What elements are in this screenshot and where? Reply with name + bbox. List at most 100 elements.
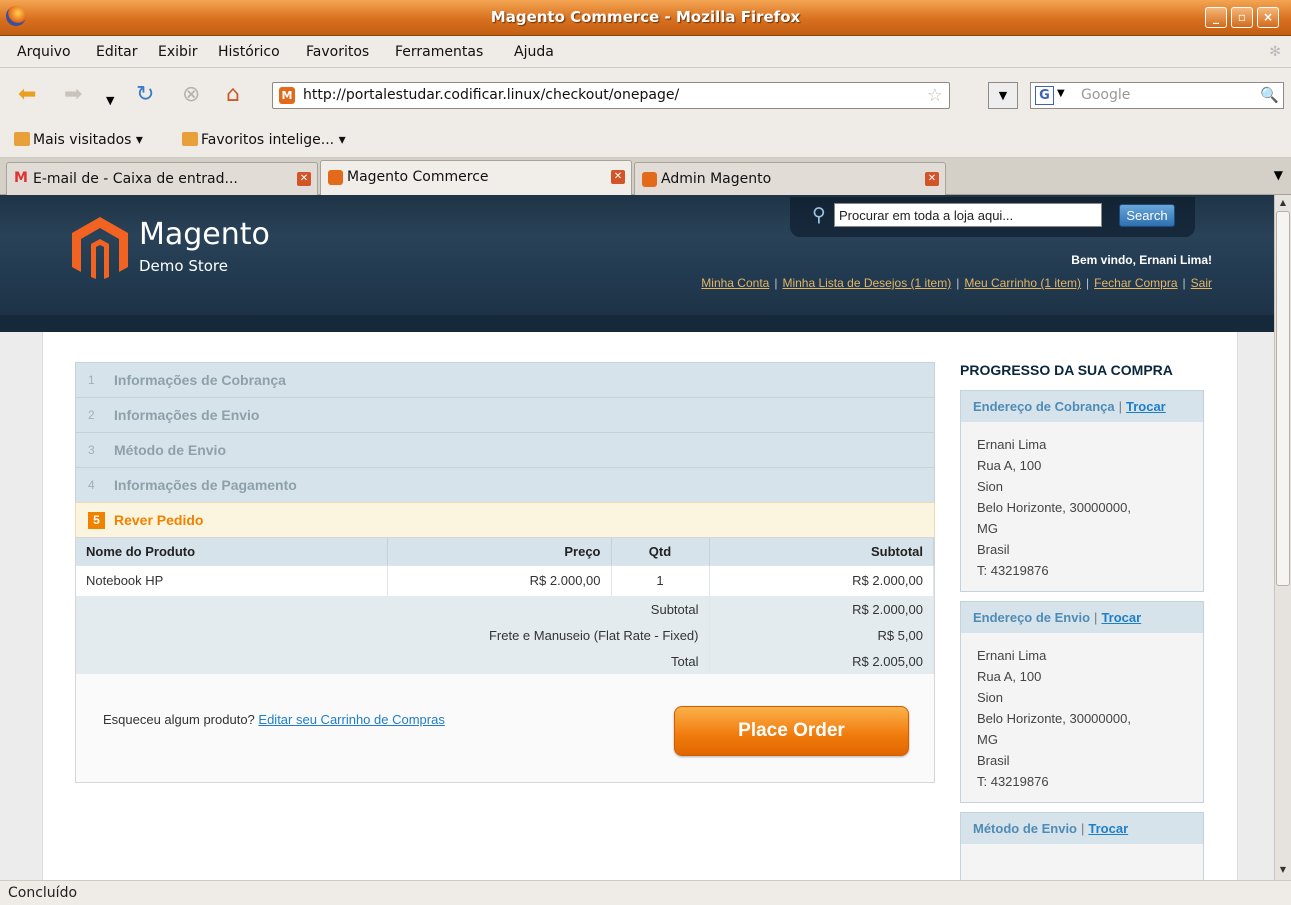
step-shipping-method[interactable]: 3 Método de Envio bbox=[75, 432, 935, 467]
total-label: Total bbox=[76, 648, 710, 674]
welcome-message: Bem vindo, Ernani Lima! bbox=[1071, 253, 1212, 267]
store-search-button[interactable]: Search bbox=[1119, 204, 1175, 227]
bookmark-star-icon[interactable]: ☆ bbox=[927, 85, 943, 106]
product-qty: 1 bbox=[611, 564, 710, 596]
menu-arquivo[interactable]: Arquivo bbox=[17, 44, 71, 60]
scroll-down-icon[interactable]: ▼ bbox=[1276, 863, 1290, 877]
bookmark-mais-visitados[interactable]: Mais visitados ▾ bbox=[14, 132, 143, 148]
column-price: Preço bbox=[387, 538, 612, 565]
window-title: Magento Commerce - Mozilla Firefox bbox=[490, 8, 801, 26]
change-billing-link[interactable]: Trocar bbox=[1126, 399, 1166, 414]
header-stripe bbox=[0, 315, 1274, 332]
change-method-link[interactable]: Trocar bbox=[1088, 821, 1128, 836]
menu-exibir[interactable]: Exibir bbox=[158, 44, 198, 60]
search-icon: ⚲ bbox=[812, 204, 826, 226]
shipping-address-header: Endereço de Envio | Trocar bbox=[961, 602, 1203, 633]
step-payment[interactable]: 4 Informações de Pagamento bbox=[75, 467, 935, 502]
billing-address-header: Endereço de Cobrança | Trocar bbox=[961, 391, 1203, 422]
link-minha-conta[interactable]: Minha Conta bbox=[701, 276, 769, 290]
home-icon[interactable]: ⌂ bbox=[226, 84, 240, 106]
total-value: R$ 5,00 bbox=[709, 622, 934, 648]
store-header: Magento Demo Store ⚲ Search Bem vindo, E… bbox=[0, 195, 1274, 332]
total-value: R$ 2.005,00 bbox=[709, 648, 934, 674]
place-order-button[interactable]: Place Order bbox=[674, 706, 909, 756]
window-titlebar: Magento Commerce - Mozilla Firefox _ ▫ × bbox=[0, 0, 1291, 36]
link-lista-desejos[interactable]: Minha Lista de Desejos (1 item) bbox=[782, 276, 951, 290]
shipping-address-box: Endereço de Envio | Trocar Ernani Lima Rua… bbox=[960, 601, 1204, 803]
reload-icon[interactable]: ↻ bbox=[136, 84, 154, 106]
progress-title: PROGRESSO DA SUA COMPRA bbox=[960, 362, 1173, 378]
menu-favoritos[interactable]: Favoritos bbox=[306, 44, 369, 60]
minimize-button[interactable]: _ bbox=[1205, 7, 1227, 28]
url-bar[interactable]: M http://portalestudar.codificar.linux/c… bbox=[272, 82, 950, 109]
edit-cart-link[interactable]: Editar seu Carrinho de Compras bbox=[258, 712, 444, 727]
back-icon[interactable]: ⬅ bbox=[18, 84, 36, 106]
close-tab-icon[interactable]: ✕ bbox=[611, 170, 625, 184]
status-bar: Concluído bbox=[0, 880, 1291, 905]
menu-ferramentas[interactable]: Ferramentas bbox=[395, 44, 483, 60]
product-price: R$ 2.000,00 bbox=[387, 564, 612, 596]
menu-editar[interactable]: Editar bbox=[96, 44, 137, 60]
tab-magento-commerce[interactable]: Magento Commerce ✕ bbox=[320, 160, 632, 196]
store-logo-text[interactable]: Magento bbox=[139, 217, 270, 252]
shipping-method-header: Método de Envio | Trocar bbox=[961, 813, 1203, 844]
close-window-button[interactable]: × bbox=[1257, 7, 1279, 28]
store-search-input[interactable] bbox=[834, 203, 1102, 227]
navigation-toolbar: ⬅ ➡ ▼ ↻ ⊗ ⌂ M http://portalestudar.codif… bbox=[0, 68, 1291, 122]
store-search-area: ⚲ Search bbox=[790, 197, 1195, 237]
magento-logo-icon[interactable] bbox=[72, 217, 128, 279]
product-name: Notebook HP bbox=[76, 564, 388, 596]
stop-icon[interactable]: ⊗ bbox=[182, 84, 200, 106]
folder-icon bbox=[182, 132, 198, 146]
magento-favicon-icon bbox=[642, 172, 657, 187]
google-engine-icon[interactable]: G bbox=[1035, 86, 1054, 105]
web-search-placeholder: Google bbox=[1081, 87, 1131, 103]
bookmarks-toolbar: Mais visitados ▾ Favoritos intelige... ▾ bbox=[0, 122, 1291, 158]
web-search-box[interactable]: G ▼ Google 🔍 bbox=[1030, 82, 1284, 109]
page-viewport: Magento Demo Store ⚲ Search Bem vindo, E… bbox=[0, 195, 1291, 880]
tab-email[interactable]: M E-mail de - Caixa de entrad... ✕ bbox=[6, 162, 318, 195]
product-subtotal: R$ 2.000,00 bbox=[709, 564, 934, 596]
forward-icon[interactable]: ➡ bbox=[64, 84, 82, 106]
column-qty: Qtd bbox=[611, 538, 710, 565]
history-dropdown-icon[interactable]: ▼ bbox=[106, 90, 114, 112]
column-product-name: Nome do Produto bbox=[76, 538, 388, 565]
totals-row: Total R$ 2.005,00 bbox=[76, 648, 934, 674]
engine-dropdown-icon[interactable]: ▼ bbox=[1057, 88, 1065, 99]
menu-ajuda[interactable]: Ajuda bbox=[514, 44, 554, 60]
link-fechar-compra[interactable]: Fechar Compra bbox=[1094, 276, 1177, 290]
close-tab-icon[interactable]: ✕ bbox=[297, 172, 311, 186]
link-sair[interactable]: Sair bbox=[1191, 276, 1212, 290]
total-label: Subtotal bbox=[76, 596, 710, 622]
url-text: http://portalestudar.codificar.linux/che… bbox=[303, 87, 680, 103]
billing-address-box: Endereço de Cobrança | Trocar Ernani Lima … bbox=[960, 390, 1204, 592]
site-favicon-icon: M bbox=[279, 87, 295, 104]
url-history-dropdown[interactable]: ▼ bbox=[988, 82, 1018, 109]
scrollbar-thumb[interactable] bbox=[1276, 211, 1290, 586]
tab-admin-magento[interactable]: Admin Magento ✕ bbox=[634, 162, 946, 195]
totals-row: Frete e Manuseio (Flat Rate - Fixed) R$ … bbox=[76, 622, 934, 648]
menu-bar: Arquivo Editar Exibir Histórico Favorito… bbox=[0, 36, 1291, 68]
gmail-icon: M bbox=[14, 170, 28, 186]
total-value: R$ 2.000,00 bbox=[709, 596, 934, 622]
scroll-up-icon[interactable]: ▲ bbox=[1276, 196, 1290, 210]
checkout-progress: PROGRESSO DA SUA COMPRA Endereço de Cobr… bbox=[960, 362, 1204, 880]
vertical-scrollbar[interactable]: ▲ ▼ bbox=[1274, 195, 1291, 880]
order-review: Nome do Produto Preço Qtd Subtotal Noteb… bbox=[75, 537, 935, 783]
bookmark-favoritos-inteligentes[interactable]: Favoritos intelige... ▾ bbox=[182, 132, 346, 148]
link-meu-carrinho[interactable]: Meu Carrinho (1 item) bbox=[964, 276, 1081, 290]
throbber-icon: ✻ bbox=[1269, 44, 1281, 60]
change-shipping-link[interactable]: Trocar bbox=[1101, 610, 1141, 625]
folder-icon bbox=[14, 132, 30, 146]
menu-historico[interactable]: Histórico bbox=[218, 44, 280, 60]
shipping-method-body bbox=[961, 844, 1203, 880]
maximize-button[interactable]: ▫ bbox=[1231, 7, 1253, 28]
step-shipping[interactable]: 2 Informações de Envio bbox=[75, 397, 935, 432]
total-label: Frete e Manuseio (Flat Rate - Fixed) bbox=[76, 622, 710, 648]
step-billing[interactable]: 1 Informações de Cobrança bbox=[75, 362, 935, 397]
table-row: Notebook HP R$ 2.000,00 1 R$ 2.000,00 bbox=[76, 564, 934, 596]
close-tab-icon[interactable]: ✕ bbox=[925, 172, 939, 186]
tab-list-icon[interactable]: ▼ bbox=[1274, 168, 1283, 182]
step-review: 5 Rever Pedido bbox=[75, 502, 935, 537]
search-icon[interactable]: 🔍 bbox=[1260, 86, 1279, 104]
